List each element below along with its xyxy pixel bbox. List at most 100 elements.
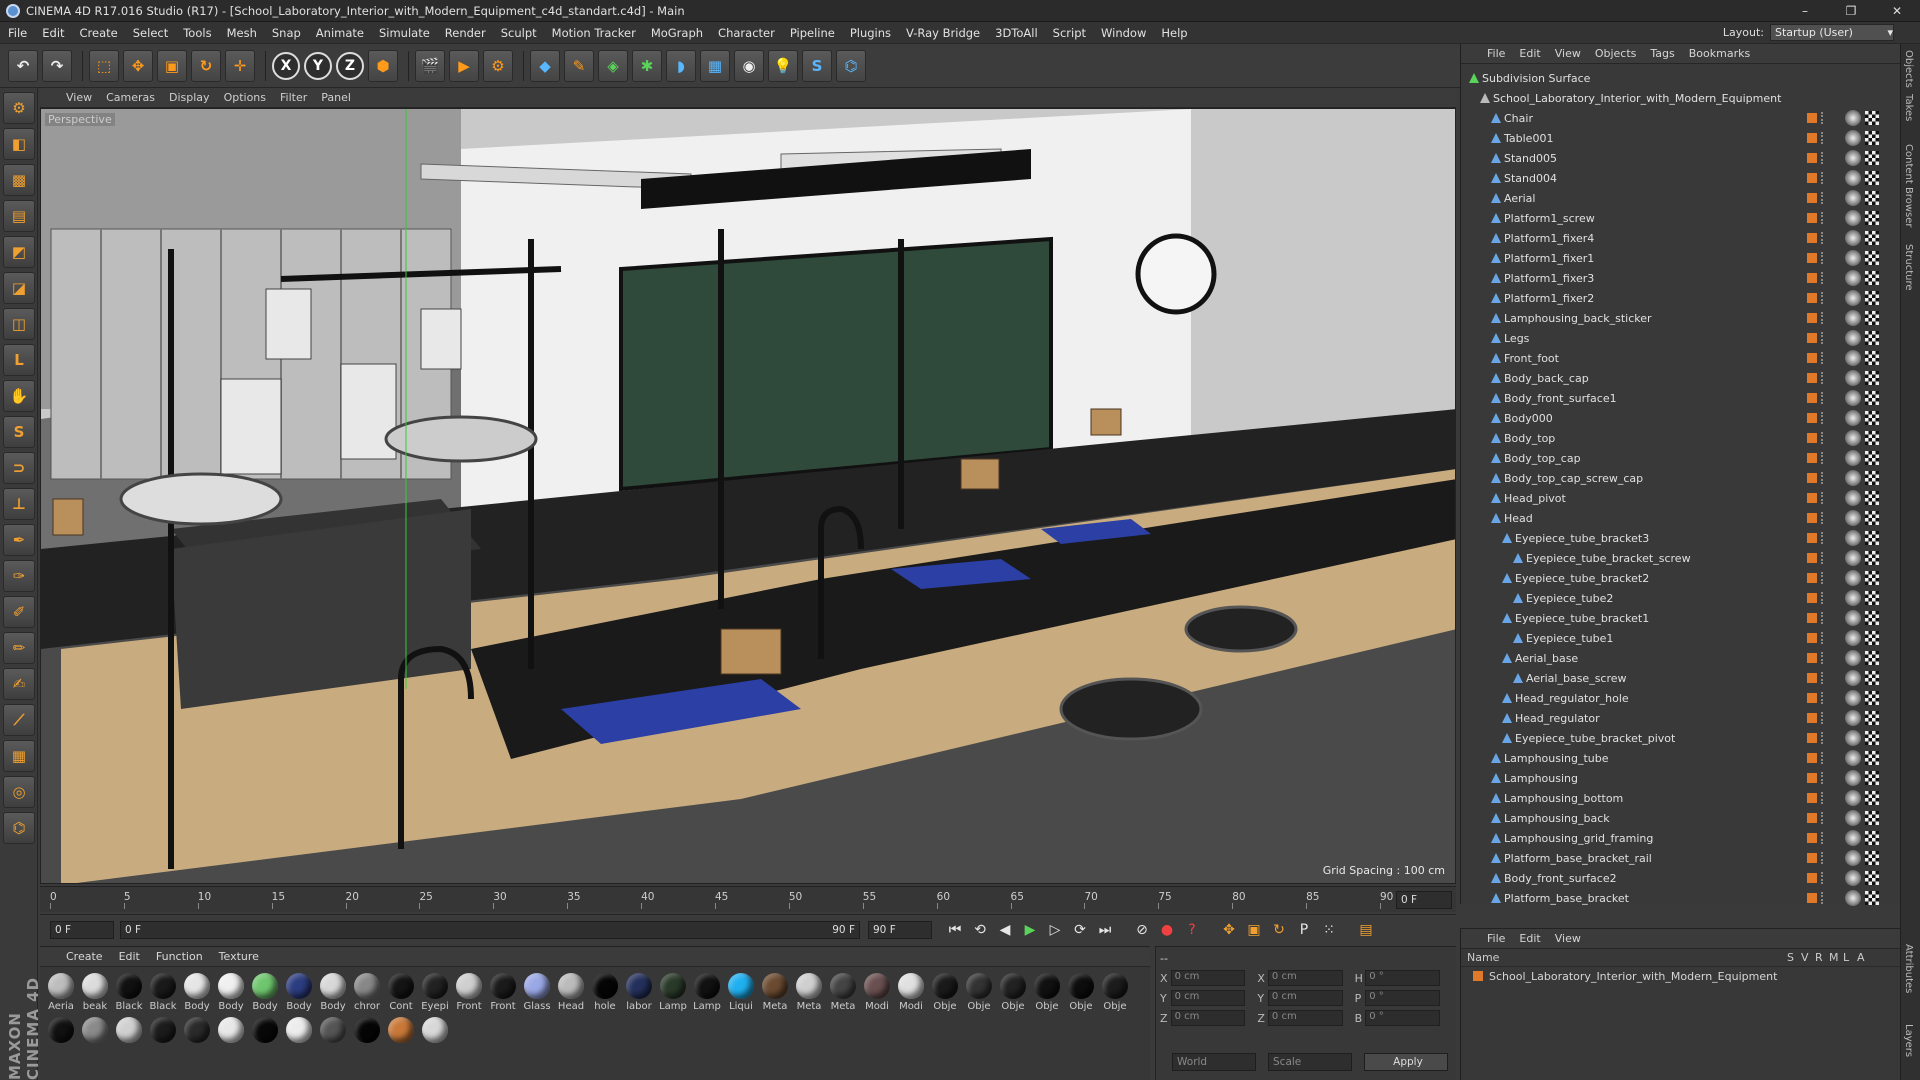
visibility-toggle[interactable] xyxy=(1821,732,1825,744)
object-menu-view[interactable]: View xyxy=(1555,47,1581,60)
menu-render[interactable]: Render xyxy=(445,26,486,40)
material-tag-icon[interactable] xyxy=(1845,450,1861,466)
texture-tag-icon[interactable] xyxy=(1865,171,1879,185)
edges-mode-icon[interactable]: ◪ xyxy=(3,272,35,304)
material-tag-icon[interactable] xyxy=(1845,130,1861,146)
layout-dropdown[interactable]: Startup (User) ▾ xyxy=(1770,24,1894,41)
material-tag-icon[interactable] xyxy=(1845,350,1861,366)
axis-mode-icon[interactable]: L xyxy=(3,344,35,376)
visibility-toggle[interactable] xyxy=(1821,372,1825,384)
texture-tag-icon[interactable] xyxy=(1865,871,1879,885)
side-tab-objects[interactable]: Objects xyxy=(1903,50,1914,88)
material-swatch[interactable]: Meta xyxy=(758,973,792,1017)
texture-tag-icon[interactable] xyxy=(1865,531,1879,545)
menu-motion-tracker[interactable]: Motion Tracker xyxy=(552,26,636,40)
menu-window[interactable]: Window xyxy=(1101,26,1146,40)
visibility-toggle[interactable] xyxy=(1821,232,1825,244)
material-tag-icon[interactable] xyxy=(1845,830,1861,846)
object-row[interactable]: Stand005 xyxy=(1461,148,1891,168)
material-swatch[interactable]: Front xyxy=(486,973,520,1017)
texture-tag-icon[interactable] xyxy=(1865,671,1879,685)
frame-range-slider[interactable]: 0 F 90 F xyxy=(120,920,860,939)
sculpt-brush-icon[interactable]: ✒ xyxy=(3,524,35,556)
menu-edit[interactable]: Edit xyxy=(42,26,64,40)
material-tag-icon[interactable] xyxy=(1845,510,1861,526)
layer-column-header[interactable]: L xyxy=(1843,951,1857,964)
model-mode-icon[interactable]: ◧ xyxy=(3,128,35,160)
texture-tag-icon[interactable] xyxy=(1865,611,1879,625)
object-row[interactable]: Stand004 xyxy=(1461,168,1891,188)
material-swatch[interactable]: Modi xyxy=(894,973,928,1017)
texture-tag-icon[interactable] xyxy=(1865,591,1879,605)
visibility-toggle[interactable] xyxy=(1821,632,1825,644)
material-swatch[interactable]: Lamp xyxy=(690,973,724,1017)
key-param-icon[interactable]: P xyxy=(1293,919,1315,941)
visibility-toggle[interactable] xyxy=(1821,872,1825,884)
material-swatch[interactable] xyxy=(78,1017,112,1061)
material-swatch[interactable] xyxy=(214,1017,248,1061)
visibility-toggle[interactable] xyxy=(1821,272,1825,284)
next-key-icon[interactable]: ⟳ xyxy=(1069,919,1091,941)
material-tag-icon[interactable] xyxy=(1845,710,1861,726)
coord-input[interactable]: 0 cm xyxy=(1267,970,1343,986)
object-row[interactable]: Lamphousing_grid_framing xyxy=(1461,828,1891,848)
material-swatch[interactable]: Body xyxy=(282,973,316,1017)
material-swatch[interactable]: Aeria xyxy=(44,973,78,1017)
object-row[interactable]: Lamphousing_bottom xyxy=(1461,788,1891,808)
viewport-menu-options[interactable]: Options xyxy=(224,91,266,104)
material-swatch[interactable]: Liqui xyxy=(724,973,758,1017)
coord-input[interactable]: 0 ° xyxy=(1365,1010,1440,1026)
material-tag-icon[interactable] xyxy=(1845,290,1861,306)
layer-menu-view[interactable]: View xyxy=(1555,932,1581,945)
texture-tag-icon[interactable] xyxy=(1865,131,1879,145)
pull-brush-icon[interactable]: ✑ xyxy=(3,560,35,592)
material-swatch[interactable]: Body xyxy=(316,973,350,1017)
material-swatch[interactable]: Obje xyxy=(928,973,962,1017)
object-menu-tags[interactable]: Tags xyxy=(1650,47,1674,60)
subdivision-surface-icon[interactable]: ◈ xyxy=(598,49,628,82)
texture-tag-icon[interactable] xyxy=(1865,411,1879,425)
visibility-toggle[interactable] xyxy=(1821,212,1825,224)
material-swatch[interactable] xyxy=(248,1017,282,1061)
prev-frame-icon[interactable]: ◀ xyxy=(994,919,1016,941)
texture-tag-icon[interactable] xyxy=(1865,691,1879,705)
texture-tag-icon[interactable] xyxy=(1865,791,1879,805)
texture-tag-icon[interactable] xyxy=(1865,111,1879,125)
texture-tag-icon[interactable] xyxy=(1865,551,1879,565)
viewport-menu-display[interactable]: Display xyxy=(169,91,210,104)
side-tab-takes[interactable]: Takes xyxy=(1903,94,1914,121)
material-menu-edit[interactable]: Edit xyxy=(119,950,140,963)
redo-icon[interactable]: ↷ xyxy=(42,49,72,82)
lock-workplane-icon[interactable]: ⊥ xyxy=(3,488,35,520)
material-menu-function[interactable]: Function xyxy=(156,950,203,963)
object-row[interactable]: Body_front_surface2 xyxy=(1461,868,1891,888)
material-tag-icon[interactable] xyxy=(1845,150,1861,166)
material-tag-icon[interactable] xyxy=(1845,470,1861,486)
visibility-toggle[interactable] xyxy=(1821,292,1825,304)
texture-tag-icon[interactable] xyxy=(1865,291,1879,305)
visibility-toggle[interactable] xyxy=(1821,792,1825,804)
coord-input[interactable]: 0 cm xyxy=(1267,990,1343,1006)
material-tag-icon[interactable] xyxy=(1845,410,1861,426)
layer-column-header[interactable]: V xyxy=(1801,951,1815,964)
object-row[interactable]: Platform_base_bracket xyxy=(1461,888,1891,908)
tweak-icon[interactable]: ✋ xyxy=(3,380,35,412)
texture-tag-icon[interactable] xyxy=(1865,371,1879,385)
material-swatch[interactable]: Front xyxy=(452,973,486,1017)
material-menu-create[interactable]: Create xyxy=(66,950,103,963)
apply-button[interactable]: Apply xyxy=(1364,1053,1448,1071)
menu-pipeline[interactable]: Pipeline xyxy=(790,26,835,40)
material-tag-icon[interactable] xyxy=(1845,570,1861,586)
object-row[interactable]: Eyepiece_tube2 xyxy=(1461,588,1891,608)
object-row[interactable]: Aerial_base xyxy=(1461,648,1891,668)
object-row[interactable]: Lamphousing_tube xyxy=(1461,748,1891,768)
object-row[interactable]: Eyepiece_tube_bracket1 xyxy=(1461,608,1891,628)
visibility-toggle[interactable] xyxy=(1821,132,1825,144)
object-row[interactable]: Aerial xyxy=(1461,188,1891,208)
visibility-toggle[interactable] xyxy=(1821,692,1825,704)
object-row[interactable]: Table001 xyxy=(1461,128,1891,148)
material-swatch[interactable] xyxy=(418,1017,452,1061)
pen-spline-icon[interactable]: ✎ xyxy=(564,49,594,82)
object-row[interactable]: Platform1_screw xyxy=(1461,208,1891,228)
material-swatch[interactable]: Black xyxy=(146,973,180,1017)
